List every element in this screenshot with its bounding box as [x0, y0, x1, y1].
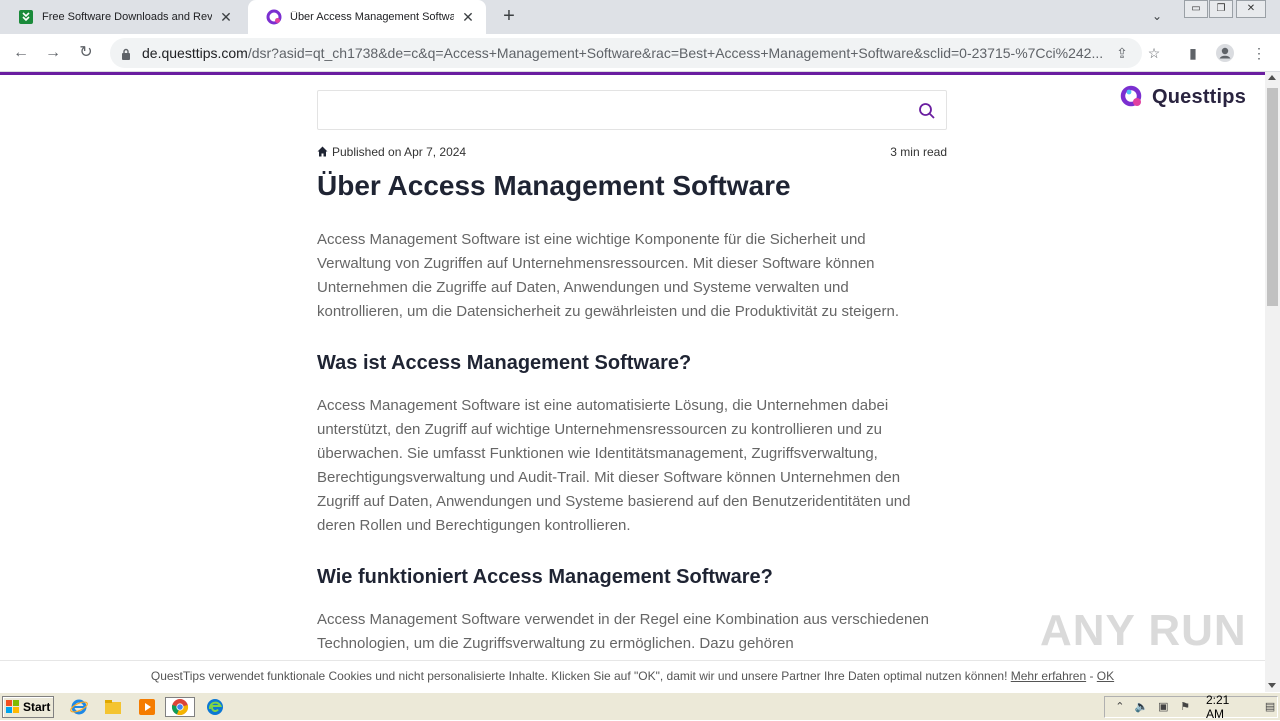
tab-search-chevron-icon[interactable]: ⌄	[1152, 9, 1170, 25]
volume-icon[interactable]: 🔈	[1135, 700, 1149, 714]
cookie-ok-link[interactable]: OK	[1097, 669, 1114, 683]
url-text[interactable]: de.questtips.com/dsr?asid=qt_ch1738&de=c…	[142, 45, 1102, 61]
bookmark-star-icon[interactable]: ☆	[1144, 43, 1164, 63]
start-button[interactable]: Start	[2, 696, 54, 718]
edge-icon[interactable]	[204, 697, 226, 717]
scroll-up-arrow-icon[interactable]	[1268, 75, 1276, 80]
cookie-separator: -	[1086, 669, 1097, 683]
questtips-logo-icon	[1120, 85, 1144, 109]
action-center-flag-icon[interactable]: ⚑	[1178, 700, 1192, 714]
section-heading-1: Was ist Access Management Software?	[317, 352, 692, 374]
search-icon[interactable]	[918, 102, 936, 120]
close-tab-icon[interactable]: ✕	[460, 9, 476, 26]
close-tab-icon[interactable]: ✕	[218, 9, 234, 26]
profile-avatar-icon[interactable]	[1215, 43, 1235, 63]
scrollbar-thumb[interactable]	[1267, 88, 1278, 306]
section-paragraph-2: Access Management Software verwendet in …	[317, 611, 930, 652]
internet-explorer-icon[interactable]	[68, 697, 90, 717]
back-arrow-icon[interactable]: ←	[10, 42, 32, 64]
scroll-down-arrow-icon[interactable]	[1268, 683, 1276, 688]
restore-button[interactable]: ❐	[1209, 0, 1233, 18]
article-intro: Access Management Software ist eine wich…	[317, 231, 899, 320]
read-time: 3 min read	[890, 145, 947, 159]
network-icon[interactable]: ▣	[1157, 700, 1171, 714]
address-bar[interactable]: de.questtips.com/dsr?asid=qt_ch1738&de=c…	[110, 38, 1142, 68]
show-desktop-icon[interactable]: ▤	[1263, 700, 1277, 714]
tab-title: Free Software Downloads and Revie	[42, 11, 212, 23]
search-input[interactable]	[317, 90, 947, 130]
media-player-icon[interactable]	[136, 697, 158, 717]
cookie-banner: QuestTips verwendet funktionale Cookies …	[0, 660, 1265, 692]
file-explorer-icon[interactable]	[102, 697, 124, 717]
logo-text: Questtips	[1152, 85, 1247, 108]
learn-more-link[interactable]: Mehr erfahren	[1011, 669, 1086, 683]
show-hidden-icons-chevron-icon[interactable]: ⌃	[1113, 700, 1127, 714]
tab-title: Über Access Management Software	[290, 11, 454, 23]
lock-icon[interactable]	[121, 47, 131, 60]
article-meta: Published on Apr 7, 2024 3 min read	[317, 145, 947, 161]
site-logo[interactable]: Questtips	[1120, 85, 1246, 109]
start-label: Start	[23, 700, 51, 714]
reload-icon[interactable]: ↻	[75, 42, 97, 64]
side-panel-icon[interactable]: ▮	[1183, 43, 1203, 63]
home-icon[interactable]	[317, 146, 328, 157]
chrome-taskbar-icon[interactable]	[165, 697, 195, 717]
system-tray: ⌃ 🔈 ▣ ⚑ 2:21 AM ▤	[1104, 693, 1278, 721]
cookie-text: QuestTips verwendet funktionale Cookies …	[150, 669, 1008, 683]
browser-toolbar: ← → ↻ de.questtips.com/dsr?asid=qt_ch173…	[0, 34, 1280, 72]
page-content: Questtips Published on Apr 7, 2024 3 min…	[0, 75, 1265, 660]
page-scrollbar[interactable]	[1265, 72, 1280, 692]
softonic-icon	[18, 9, 34, 25]
minimize-button[interactable]: ▭	[1184, 0, 1208, 18]
forward-arrow-icon[interactable]: →	[42, 42, 64, 64]
questtips-icon	[266, 9, 282, 25]
new-tab-button[interactable]: +	[498, 6, 520, 28]
section-paragraph-1: Access Management Software ist eine auto…	[317, 397, 911, 534]
tab-strip: Free Software Downloads and Revie ✕ Über…	[0, 0, 1280, 34]
close-window-button[interactable]: ✕	[1236, 0, 1266, 18]
section-heading-2: Wie funktioniert Access Management Softw…	[317, 566, 773, 588]
taskbar-clock[interactable]: 2:21 AM	[1206, 693, 1249, 721]
share-icon[interactable]: ⇪	[1114, 45, 1130, 61]
windows-flag-icon	[6, 700, 20, 714]
taskbar: Start ⌃ 🔈 ▣ ⚑ 2:21 AM ▤	[0, 692, 1280, 721]
published-date: Published on Apr 7, 2024	[332, 145, 467, 159]
tab-questtips[interactable]: Über Access Management Software ✕	[248, 0, 486, 34]
anyrun-watermark: ANY RUN	[1040, 606, 1247, 655]
menu-kebab-icon[interactable]: ⋮	[1249, 43, 1269, 63]
page-title: Über Access Management Software	[317, 170, 791, 201]
tab-softonic[interactable]: Free Software Downloads and Revie ✕	[0, 0, 244, 34]
